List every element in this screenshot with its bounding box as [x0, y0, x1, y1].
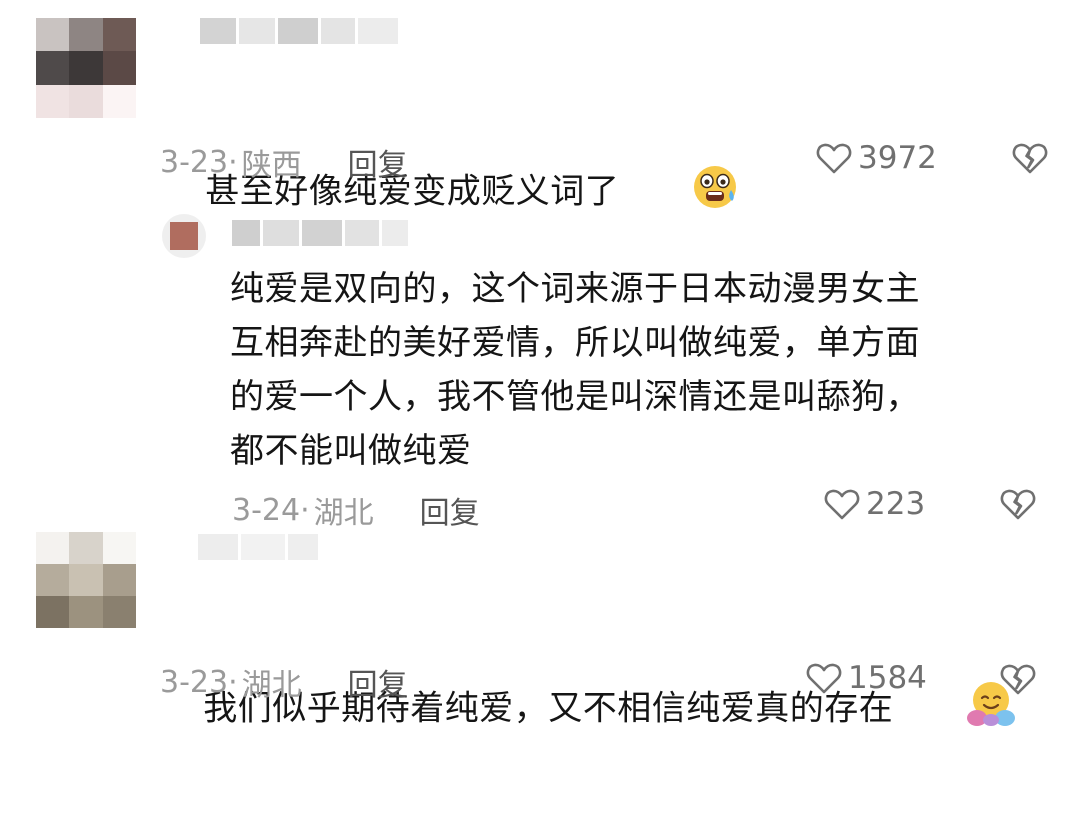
comment-location: 陕西	[241, 148, 302, 183]
comment-text: 纯爱是双向的，这个词来源于日本动漫男女主 互相奔赴的美好爱情，所以叫做纯爱，单方…	[230, 269, 920, 471]
reply-button[interactable]: 回复	[420, 488, 480, 532]
comment-date: 3-23·	[160, 144, 238, 180]
comment-3: 我们似乎期待着纯爱，又不相信纯爱真的存在 3-23· 湖北 回复 1584	[0, 530, 1080, 729]
comment-date: 3-24·	[232, 492, 310, 528]
broken-heart-icon[interactable]	[1000, 662, 1036, 696]
username-blurred[interactable]	[200, 18, 398, 44]
broken-heart-icon[interactable]	[1000, 487, 1036, 521]
like-count: 223	[866, 486, 926, 522]
avatar[interactable]	[162, 214, 206, 258]
heart-outline-icon	[806, 661, 842, 695]
comment-location: 湖北	[241, 668, 302, 703]
comment-meta: 3-23· 陕西 回复	[160, 140, 408, 184]
comment-location: 湖北	[313, 496, 374, 531]
username-blurred[interactable]	[232, 220, 408, 246]
broken-heart-icon[interactable]	[1012, 141, 1048, 175]
heart-outline-icon	[824, 487, 860, 521]
avatar[interactable]	[36, 532, 136, 628]
avatar[interactable]	[36, 18, 136, 118]
comment-meta: 3-24· 湖北 回复	[232, 488, 480, 532]
heart-outline-icon	[816, 141, 852, 175]
like-button[interactable]: 3972	[816, 140, 937, 176]
hugging-face-emoji-icon	[897, 634, 1017, 786]
username-blurred[interactable]	[198, 534, 318, 560]
comment-1: 甚至好像纯爱变成贬义词了 3-23· 陕西 回复 3972	[0, 0, 1080, 212]
comment-text: 我们似乎期待着纯爱，又不相信纯爱真的存在	[158, 588, 1017, 832]
like-count: 3972	[858, 140, 937, 176]
comment-2: 纯爱是双向的，这个词来源于日本动漫男女主 互相奔赴的美好爱情，所以叫做纯爱，单方…	[0, 190, 1080, 532]
like-count: 1584	[848, 660, 927, 696]
comment-meta: 3-23· 湖北 回复	[160, 660, 408, 704]
reply-button[interactable]: 回复	[348, 140, 408, 184]
like-button[interactable]: 1584	[806, 660, 927, 696]
comment-date: 3-23·	[160, 664, 238, 700]
like-button[interactable]: 223	[824, 486, 925, 522]
reply-button[interactable]: 回复	[348, 660, 408, 704]
